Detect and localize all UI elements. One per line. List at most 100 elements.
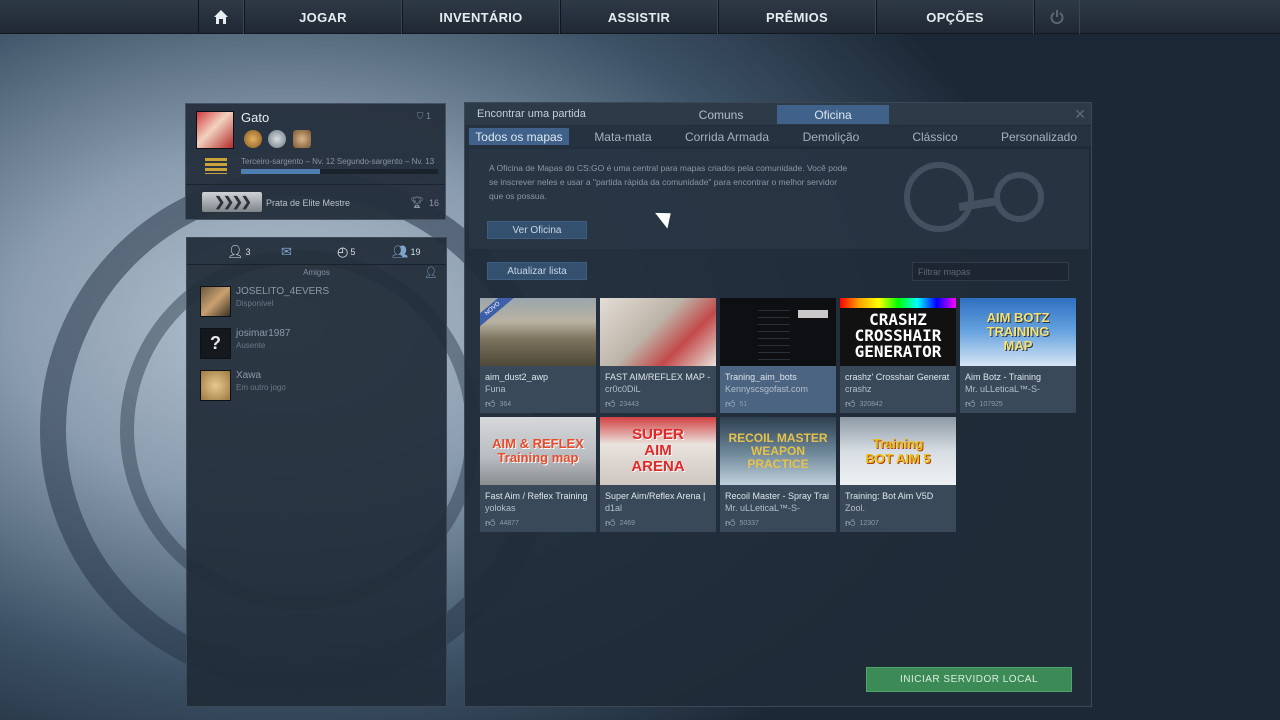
tabs-divider (187, 264, 446, 265)
add-friend-icon[interactable]: 👤︎ (424, 266, 438, 279)
rank-chevron-icon (205, 158, 227, 174)
map-card[interactable]: NOVO aim_dust2_awp Funa 👍︎ 364 (480, 298, 596, 413)
map-author: Kennyscsgofast.com (725, 384, 809, 394)
map-title: FAST AIM/REFLEX MAP - (605, 372, 711, 382)
thumbnail-caption: CRASHZ CROSSHAIR GENERATOR (854, 310, 942, 361)
tab-messages[interactable]: ✉ (281, 242, 292, 262)
profile-top-count: 1 (425, 111, 431, 121)
friend-name: josimar1987 (236, 328, 291, 339)
map-likes: 👍︎ 320842 (845, 398, 883, 410)
filter-maps-input[interactable]: Filtrar mapas (912, 262, 1069, 281)
thumbs-up-icon: 👍︎ (725, 518, 736, 529)
nav-jogar[interactable]: JOGAR (244, 0, 402, 34)
tab-friends-count: 3 (245, 247, 251, 257)
map-thumbnail: CRASHZ CROSSHAIR GENERATOR (840, 298, 956, 366)
map-card[interactable]: SUPER AIM ARENA Super Aim/Reflex Arena |… (600, 417, 716, 532)
friend-item[interactable]: JOSELITO_4EVERS Disponível (200, 286, 435, 318)
subtab-classico[interactable]: Clássico (885, 128, 985, 145)
map-likes: 👍︎ 51 (725, 398, 747, 410)
skill-chevrons-icon: ❯❯❯❯ (214, 194, 252, 209)
start-local-server-button[interactable]: INICIAR SERVIDOR LOCAL (866, 667, 1072, 692)
new-badge: NOVO (480, 298, 514, 328)
map-likes: 👍︎ 12307 (845, 517, 879, 529)
close-icon[interactable]: ✕ (1074, 106, 1086, 123)
map-title: Training: Bot Aim V5D (845, 491, 934, 501)
tab-groups[interactable]: 👥︎ 19 (392, 242, 421, 262)
thumbnail-caption: SUPER AIM ARENA (631, 426, 685, 475)
map-title: Recoil Master - Spray Trai (725, 491, 830, 501)
rank-text: Terceiro-sargento – Nv. 12 Segundo-sarge… (241, 157, 435, 166)
atualizar-lista-button[interactable]: Atualizar lista (487, 262, 587, 280)
tab-comuns[interactable]: Comuns (665, 105, 777, 124)
thumbnail-caption: AIM & REFLEX Training map (492, 436, 584, 465)
friend-status: Disponível (236, 299, 274, 308)
map-likes-count: 320842 (859, 400, 883, 408)
map-thumbnail (720, 298, 836, 366)
thumbs-up-icon: 👍︎ (725, 399, 736, 410)
nav-assistir[interactable]: ASSISTIR (560, 0, 718, 34)
home-button[interactable] (198, 0, 244, 34)
map-author: yolokas (485, 503, 516, 513)
nav-premios[interactable]: PRÊMIOS (718, 0, 876, 34)
map-author: d1al (605, 503, 623, 513)
workshop-description: A Oficina de Mapas do CS:GO é uma centra… (489, 163, 848, 201)
friend-avatar (200, 286, 231, 317)
map-card[interactable]: Training BOT AIM 5 Training: Bot Aim V5D… (840, 417, 956, 532)
friend-item[interactable]: ? josimar1987 Ausente (200, 328, 435, 360)
power-button[interactable] (1034, 0, 1080, 34)
badge-icon[interactable] (293, 130, 311, 148)
map-likes: 👍︎ 50337 (725, 517, 759, 529)
coin-icon[interactable] (268, 130, 286, 148)
subtab-mata-mata[interactable]: Mata-mata (573, 128, 673, 145)
home-icon (214, 10, 228, 24)
friend-item[interactable]: Xawa Em outro jogo (200, 370, 435, 402)
friend-name: JOSELITO_4EVERS (236, 286, 330, 297)
map-likes: 👍︎ 2469 (605, 517, 635, 529)
map-author: Mr. uLLeticaL™-S- (965, 384, 1041, 394)
subtab-todos-os-mapas[interactable]: Todos os mapas (469, 128, 569, 145)
subtab-personalizado[interactable]: Personalizado (989, 128, 1089, 145)
thumbnail-table-graphic (758, 304, 790, 362)
ver-oficina-button[interactable]: Ver Oficina (487, 221, 587, 239)
map-likes-count: 2469 (619, 519, 636, 527)
subtab-demolicao[interactable]: Demolição (781, 128, 881, 145)
medal-icon[interactable] (244, 130, 262, 148)
map-likes-count: 44877 (499, 519, 519, 527)
thumbnail-caption: AIM BOTZ TRAINING MAP (986, 310, 1050, 353)
map-title: Aim Botz - Training (965, 372, 1042, 382)
top-navigation: JOGAR INVENTÁRIO ASSISTIR PRÊMIOS OPÇÕES (0, 0, 1280, 34)
avatar[interactable] (196, 111, 234, 149)
map-card[interactable]: CRASHZ CROSSHAIR GENERATOR crashz' Cross… (840, 298, 956, 413)
map-card[interactable]: AIM & REFLEX Training map Fast Aim / Ref… (480, 417, 596, 532)
map-likes: 👍︎ 107925 (965, 398, 1003, 410)
map-card[interactable]: AIM BOTZ TRAINING MAP Aim Botz - Trainin… (960, 298, 1076, 413)
map-card[interactable]: Traning_aim_bots Kennyscsgofast.com 👍︎ 51 (720, 298, 836, 413)
subtab-corrida-armada[interactable]: Corrida Armada (677, 128, 777, 145)
map-card[interactable]: RECOIL MASTER WEAPON PRACTICE Recoil Mas… (720, 417, 836, 532)
power-icon (1050, 10, 1064, 25)
map-likes-count: 50337 (739, 519, 759, 527)
thumbnail-caption: RECOIL MASTER WEAPON PRACTICE (728, 430, 828, 471)
map-likes: 👍︎ 364 (485, 398, 511, 410)
tab-recent-count: 5 (350, 247, 356, 257)
map-likes-count: 51 (739, 400, 748, 408)
map-author: Zool. (845, 503, 866, 513)
panel-header: Encontrar uma partida Comuns Oficina ✕ (465, 103, 1091, 125)
friend-avatar (200, 370, 231, 401)
map-likes-count: 107925 (979, 400, 1003, 408)
friend-avatar: ? (200, 328, 231, 359)
trophy-icon: 🏆︎ (410, 197, 424, 209)
trophy-count: 16 (429, 198, 440, 208)
tab-recent[interactable]: ◴ 5 (337, 242, 355, 262)
map-likes-count: 23443 (619, 400, 639, 408)
nav-inventario[interactable]: INVENTÁRIO (402, 0, 560, 34)
map-thumbnail: NOVO (480, 298, 596, 366)
tab-friends[interactable]: 👤︎ 3 (227, 242, 251, 262)
friend-status: Ausente (236, 341, 266, 350)
tab-oficina[interactable]: Oficina (777, 105, 889, 124)
skill-group-badge[interactable]: ❯❯❯❯ (201, 191, 263, 213)
map-card[interactable]: FAST AIM/REFLEX MAP - cr0c0DiL 👍︎ 23443 (600, 298, 716, 413)
friend-status: Em outro jogo (236, 383, 286, 392)
thumbnail-caption: Training BOT AIM 5 (865, 436, 931, 466)
nav-opcoes[interactable]: OPÇÕES (876, 0, 1034, 34)
